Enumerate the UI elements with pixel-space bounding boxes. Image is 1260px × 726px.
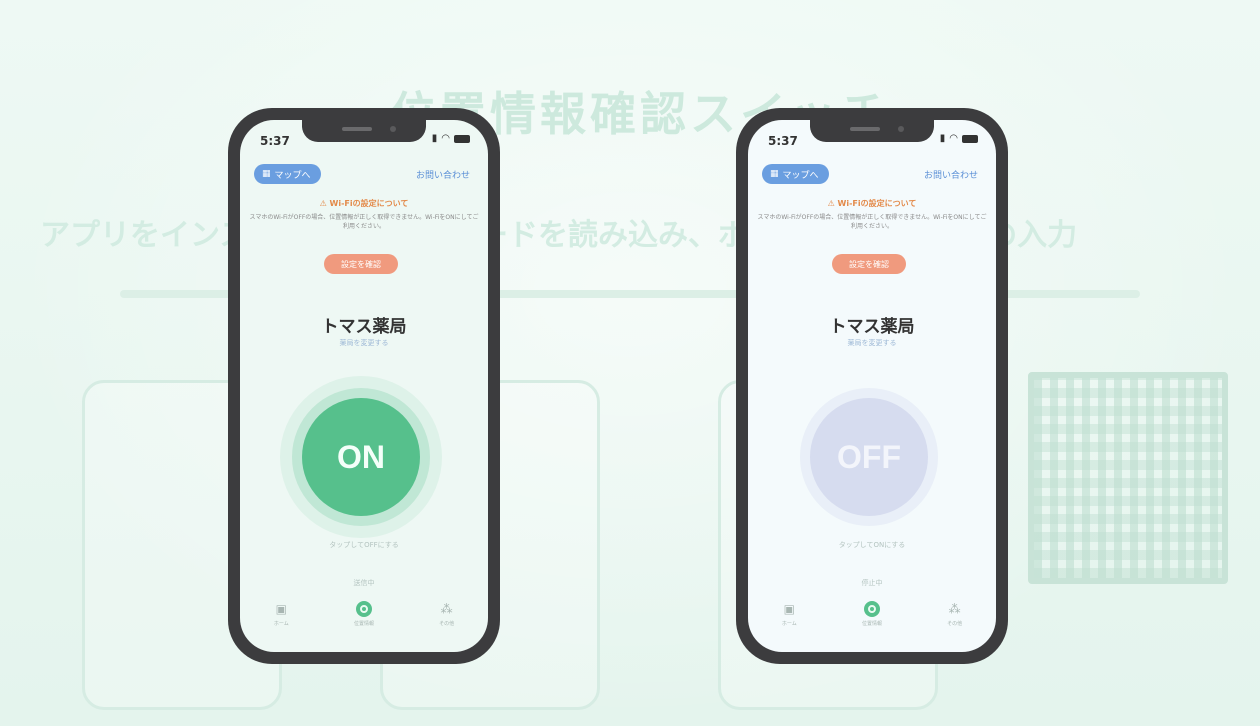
- tab-home[interactable]: ▣ ホーム: [759, 601, 819, 627]
- toggle-hint: タップしてOFFにする: [329, 541, 399, 549]
- status-icons: ▮ ◠: [940, 133, 978, 144]
- change-pharmacy-link[interactable]: 薬局を変更する: [748, 338, 996, 348]
- phone-on: 5:37 ▮ ◠ ▦ マップへ お問い合わせ ⚠ Wi-Fiの設定について スマ…: [228, 108, 500, 664]
- warning-icon: ⚠: [827, 199, 838, 208]
- signal-icon: ▮: [939, 133, 946, 144]
- pharmacy-name: トマス薬局: [321, 317, 407, 337]
- status-time: 5:37: [260, 134, 290, 148]
- qr-code: [1028, 372, 1228, 584]
- map-button[interactable]: ▦ マップへ: [254, 164, 321, 184]
- contact-link[interactable]: お問い合わせ: [924, 168, 978, 181]
- tab-other[interactable]: ⁂ その他: [417, 601, 477, 627]
- tab-home[interactable]: ▣ ホーム: [251, 601, 311, 627]
- warning-title: ⚠ Wi-Fiの設定について: [827, 199, 917, 208]
- warning-icon: ⚠: [319, 199, 330, 208]
- map-button-label: マップへ: [782, 170, 819, 181]
- status-icons: ▮ ◠: [432, 133, 470, 144]
- battery-icon: [962, 134, 978, 143]
- signal-icon: ▮: [431, 133, 438, 144]
- share-icon: ⁂: [440, 602, 453, 616]
- location-icon: [355, 601, 372, 617]
- phone-notch: [810, 120, 934, 142]
- phone-screen: 5:37 ▮ ◠ ▦ マップへ お問い合わせ ⚠ Wi-Fiの設定について スマ…: [748, 120, 996, 652]
- battery-icon: [454, 134, 470, 143]
- map-button[interactable]: ▦ マップへ: [762, 164, 829, 184]
- tab-bar: ▣ ホーム 位置情報 ⁂ その他: [748, 594, 996, 634]
- tab-other[interactable]: ⁂ その他: [925, 601, 985, 627]
- location-icon: [863, 601, 880, 617]
- pharmacy-name: トマス薬局: [829, 317, 915, 337]
- warning-box: ⚠ Wi-Fiの設定について スマホのWi-FiがOFFの場合、位置情報が正しく…: [756, 198, 988, 241]
- status-hint: 停止中: [861, 579, 883, 587]
- status-time: 5:37: [768, 134, 798, 148]
- wifi-icon: ◠: [441, 133, 450, 144]
- map-icon: ▦: [770, 169, 779, 179]
- phone-off: 5:37 ▮ ◠ ▦ マップへ お問い合わせ ⚠ Wi-Fiの設定について スマ…: [736, 108, 1008, 664]
- warning-body: スマホのWi-FiがOFFの場合、位置情報が正しく取得できません。Wi-FiをO…: [249, 214, 479, 230]
- status-hint: 送信中: [353, 579, 375, 587]
- warning-box: ⚠ Wi-Fiの設定について スマホのWi-FiがOFFの場合、位置情報が正しく…: [248, 198, 480, 241]
- change-pharmacy-link[interactable]: 薬局を変更する: [240, 338, 488, 348]
- check-settings-button[interactable]: 設定を確認: [832, 254, 906, 274]
- warning-title: ⚠ Wi-Fiの設定について: [319, 199, 409, 208]
- tab-bar: ▣ ホーム 位置情報 ⁂ その他: [240, 594, 488, 634]
- contact-link[interactable]: お問い合わせ: [416, 168, 470, 181]
- chat-icon: ▣: [783, 602, 795, 616]
- phone-screen: 5:37 ▮ ◠ ▦ マップへ お問い合わせ ⚠ Wi-Fiの設定について スマ…: [240, 120, 488, 652]
- check-settings-button[interactable]: 設定を確認: [324, 254, 398, 274]
- tab-location[interactable]: 位置情報: [334, 601, 394, 627]
- chat-icon: ▣: [275, 602, 287, 616]
- toggle-hint: タップしてONにする: [838, 541, 906, 549]
- map-button-label: マップへ: [274, 170, 311, 181]
- tab-location[interactable]: 位置情報: [842, 601, 902, 627]
- map-icon: ▦: [262, 169, 271, 179]
- background-subheading: アプリをインストール後、QRコードを読み込み、ボタンを押して薬局の入力: [40, 218, 1078, 253]
- location-toggle-on[interactable]: ON: [302, 398, 420, 516]
- wifi-icon: ◠: [949, 133, 958, 144]
- location-toggle-off[interactable]: OFF: [810, 398, 928, 516]
- phone-notch: [302, 120, 426, 142]
- share-icon: ⁂: [948, 602, 961, 616]
- warning-body: スマホのWi-FiがOFFの場合、位置情報が正しく取得できません。Wi-FiをO…: [757, 214, 987, 230]
